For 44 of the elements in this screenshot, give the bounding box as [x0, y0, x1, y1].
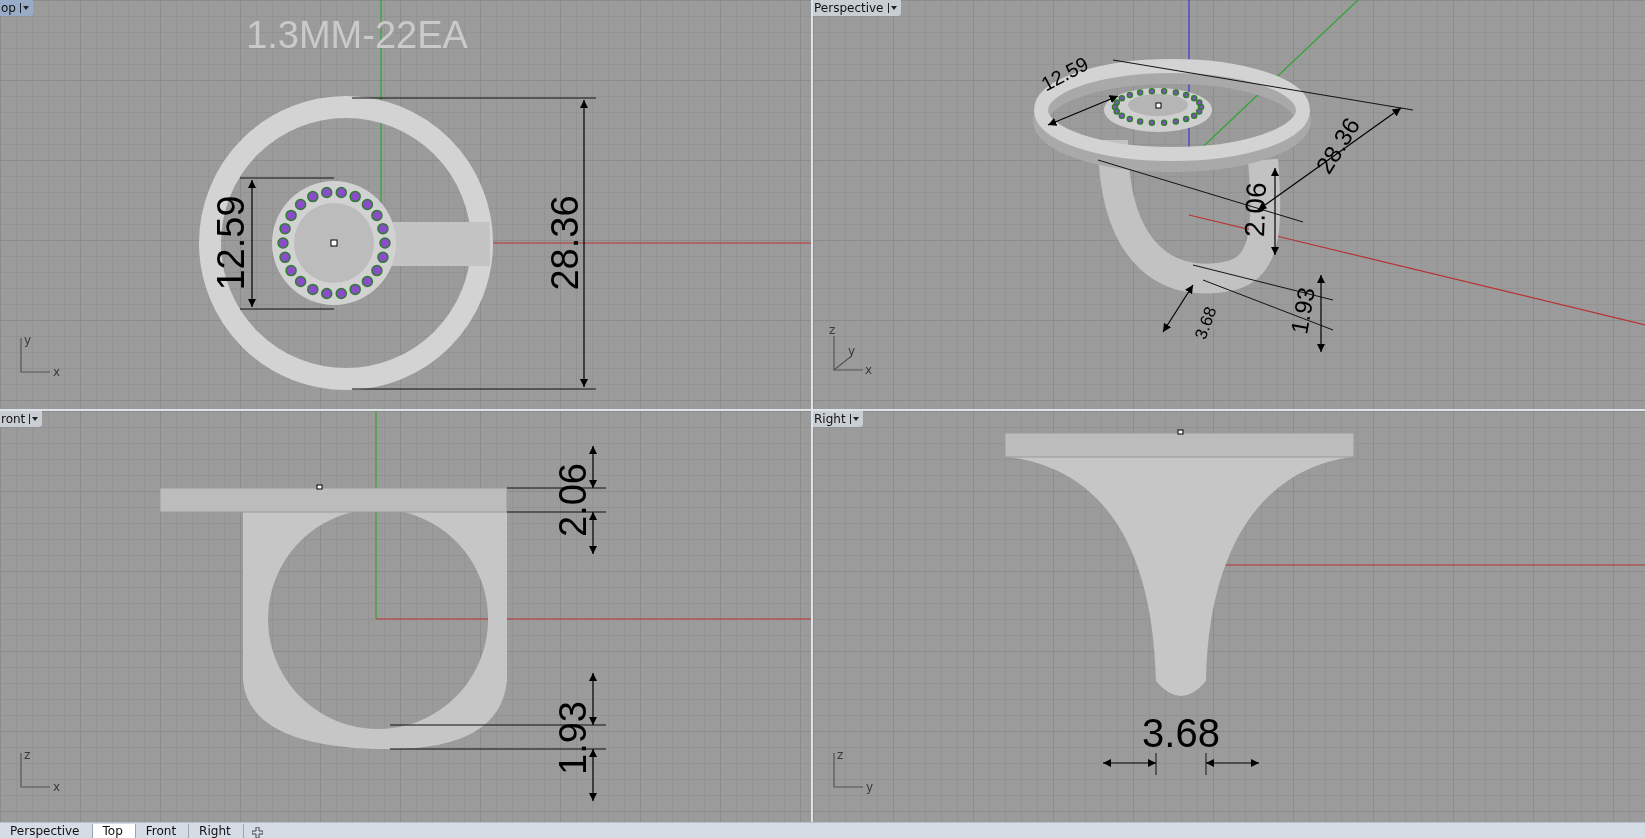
axis-label: x — [865, 363, 873, 377]
axis-label: y — [24, 333, 32, 347]
add-icon[interactable] — [251, 827, 263, 838]
dimension-line — [1102, 758, 1157, 768]
axis-label: z — [837, 748, 844, 762]
axis-label: y — [848, 344, 856, 358]
axis-label: x — [53, 780, 61, 794]
dimension-label: 28.36 — [544, 195, 586, 291]
dimension-label: 12.59 — [210, 195, 252, 291]
dimension-label: 2.06 — [1239, 181, 1272, 238]
dropdown-caret-icon — [887, 2, 897, 13]
viewport-label[interactable]: op — [0, 0, 33, 16]
dimension-label: 3.68 — [1142, 711, 1220, 755]
axis-label: y — [866, 780, 874, 794]
dimension-line — [1205, 758, 1260, 768]
viewport[interactable]: Right 3.68 z y — [813, 411, 1645, 822]
dimension-line — [588, 445, 598, 489]
extension-line — [1155, 752, 1157, 776]
axis-icon — [20, 337, 51, 373]
axis-label: x — [53, 365, 61, 379]
dimension-label: 1.93 — [1285, 285, 1320, 336]
viewport-label[interactable]: Right — [813, 411, 863, 427]
dimension-line — [588, 672, 598, 726]
extension-line — [1205, 752, 1207, 776]
dimension-label: 12.59 — [1037, 52, 1092, 96]
view-tab[interactable]: Top — [92, 824, 136, 838]
viewport-label[interactable]: Perspective — [813, 0, 901, 16]
dimension-line — [588, 511, 598, 555]
dimension-line — [588, 748, 598, 802]
axis-icon — [20, 752, 51, 788]
axis-icon — [833, 335, 864, 371]
viewport[interactable]: ront 2.06 1.93 z x — [0, 411, 811, 822]
viewport-label[interactable]: ront — [0, 411, 43, 427]
dropdown-caret-icon — [29, 413, 39, 424]
dimension-label: 3.68 — [1191, 304, 1221, 342]
dimension-line — [1047, 95, 1119, 126]
axis-icon — [833, 752, 864, 788]
dropdown-caret-icon — [19, 2, 29, 13]
dropdown-caret-icon — [849, 413, 859, 424]
dimension-label: 1.93 — [552, 701, 594, 775]
axis-label: z — [24, 748, 31, 762]
dimension-label: 2.06 — [552, 463, 594, 537]
dimension-line — [1162, 284, 1194, 333]
axis-label: z — [829, 323, 836, 337]
